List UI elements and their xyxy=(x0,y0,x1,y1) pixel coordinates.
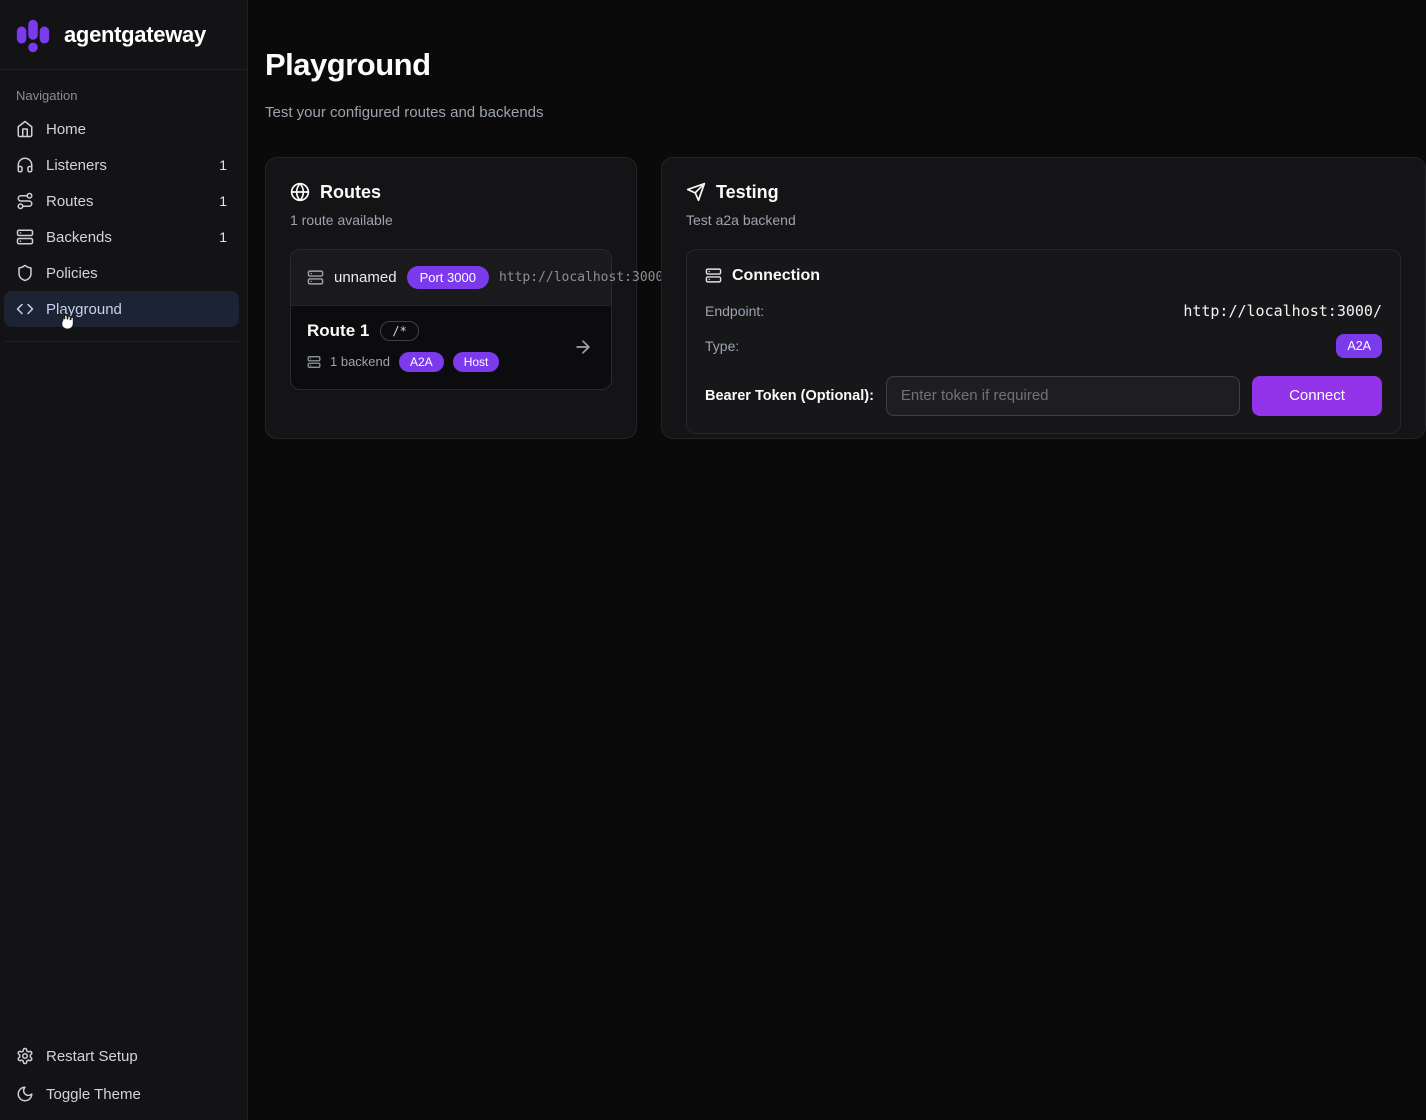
listener-row[interactable]: unnamed Port 3000 http://localhost:3000/ xyxy=(291,250,611,305)
sidebar-item-routes[interactable]: Routes 1 xyxy=(4,183,239,219)
sidebar-item-backends[interactable]: Backends 1 xyxy=(4,219,239,255)
sidebar-item-label: Home xyxy=(46,121,215,138)
endpoint-value: http://localhost:3000/ xyxy=(1183,302,1382,320)
nav-list: Home Listeners 1 Routes 1 Backends 1 xyxy=(0,111,247,342)
shield-icon xyxy=(16,264,34,282)
toggle-theme-label: Toggle Theme xyxy=(46,1086,227,1103)
bearer-token-input[interactable] xyxy=(886,376,1240,416)
listener-name: unnamed xyxy=(334,269,397,286)
listener-group: unnamed Port 3000 http://localhost:3000/… xyxy=(290,249,612,390)
bearer-token-row: Bearer Token (Optional): Connect xyxy=(705,376,1382,416)
sidebar-item-listeners[interactable]: Listeners 1 xyxy=(4,147,239,183)
restart-setup-button[interactable]: Restart Setup xyxy=(4,1038,239,1074)
moon-icon xyxy=(16,1085,34,1103)
routes-card: Routes 1 route available unnamed Port 30… xyxy=(265,157,637,439)
routes-card-title: Routes xyxy=(320,182,381,203)
sidebar-item-count: 1 xyxy=(219,229,227,245)
server-icon xyxy=(16,228,34,246)
arrow-right-icon xyxy=(573,337,593,357)
endpoint-row: Endpoint: http://localhost:3000/ xyxy=(705,302,1382,320)
sidebar-item-count: 1 xyxy=(219,193,227,209)
sidebar-item-label: Backends xyxy=(46,229,207,246)
testing-card-header: Testing xyxy=(686,182,1401,203)
brand-header: agentgateway xyxy=(0,0,247,70)
globe-icon xyxy=(290,182,310,202)
server-icon xyxy=(705,267,722,284)
type-row: Type: A2A xyxy=(705,334,1382,358)
testing-card: Testing Test a2a backend Connection Endp… xyxy=(661,157,1426,439)
brand-logo-icon xyxy=(14,16,52,54)
route-backend-count: 1 backend xyxy=(330,354,390,369)
headphones-icon xyxy=(16,156,34,174)
listener-url: http://localhost:3000/ xyxy=(499,270,671,285)
connect-button[interactable]: Connect xyxy=(1252,376,1382,416)
route-meta-row: 1 backend A2A Host xyxy=(307,352,595,372)
nav-separator xyxy=(4,341,239,342)
sidebar-item-label: Listeners xyxy=(46,157,207,174)
connection-title: Connection xyxy=(732,267,820,285)
routes-card-header: Routes xyxy=(290,182,612,203)
routes-card-subtitle: 1 route available xyxy=(290,212,612,228)
route-path-badge: /* xyxy=(380,321,418,341)
nav-section-label: Navigation xyxy=(0,70,247,111)
code-icon xyxy=(16,300,34,318)
route-name: Route 1 xyxy=(307,321,369,341)
connection-panel: Connection Endpoint: http://localhost:30… xyxy=(686,249,1401,434)
sidebar-item-playground[interactable]: Playground xyxy=(4,291,239,327)
brand-name: agentgateway xyxy=(64,22,206,48)
type-badge: A2A xyxy=(1336,334,1382,358)
route-icon xyxy=(16,192,34,210)
connection-header: Connection xyxy=(705,267,1382,285)
sidebar-item-label: Routes xyxy=(46,193,207,210)
sidebar: agentgateway Navigation Home Listeners 1… xyxy=(0,0,248,1120)
bearer-token-label: Bearer Token (Optional): xyxy=(705,388,874,404)
page-subtitle: Test your configured routes and backends xyxy=(265,104,1426,121)
route-badge-host: Host xyxy=(453,352,500,372)
sidebar-item-label: Playground xyxy=(46,301,215,318)
sidebar-footer: Restart Setup Toggle Theme xyxy=(0,1032,247,1120)
testing-card-subtitle: Test a2a backend xyxy=(686,212,1401,228)
testing-card-title: Testing xyxy=(716,182,779,203)
server-icon xyxy=(307,269,324,286)
send-icon xyxy=(686,182,706,202)
sidebar-item-home[interactable]: Home xyxy=(4,111,239,147)
home-icon xyxy=(16,120,34,138)
gear-icon xyxy=(16,1047,34,1065)
server-icon xyxy=(307,355,321,369)
sidebar-item-count: 1 xyxy=(219,157,227,173)
toggle-theme-button[interactable]: Toggle Theme xyxy=(4,1076,239,1112)
page-title: Playground xyxy=(265,47,1426,83)
type-label: Type: xyxy=(705,338,739,354)
restart-setup-label: Restart Setup xyxy=(46,1048,227,1065)
route-list-item[interactable]: Route 1 /* 1 backend A2A Host xyxy=(291,305,611,389)
route-title-row: Route 1 /* xyxy=(307,321,595,341)
sidebar-item-label: Policies xyxy=(46,265,215,282)
route-badge-a2a: A2A xyxy=(399,352,444,372)
port-badge: Port 3000 xyxy=(407,266,489,289)
sidebar-item-policies[interactable]: Policies xyxy=(4,255,239,291)
endpoint-label: Endpoint: xyxy=(705,303,764,319)
main-content: Playground Test your configured routes a… xyxy=(249,0,1426,439)
cards-row: Routes 1 route available unnamed Port 30… xyxy=(265,157,1426,439)
